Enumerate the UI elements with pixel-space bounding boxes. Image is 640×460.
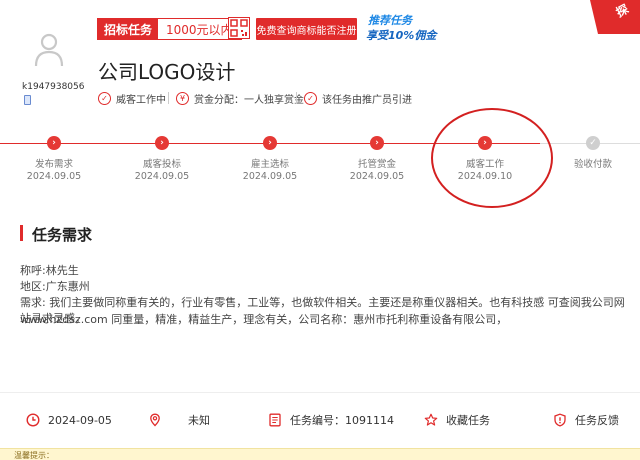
step-3-icon: › bbox=[263, 136, 277, 150]
step-4-icon: › bbox=[370, 136, 384, 150]
task-feedback-button[interactable]: 任务反馈 bbox=[553, 412, 619, 428]
favorite-task-label: 收藏任务 bbox=[446, 414, 490, 427]
username[interactable]: k1947938056 bbox=[22, 82, 84, 92]
promo-line1: 推荐任务 bbox=[368, 14, 412, 27]
location-value: 未知 bbox=[188, 414, 210, 427]
req-region: 地区:广东惠州 bbox=[20, 280, 90, 293]
page-title: 公司LOGO设计 bbox=[98, 60, 236, 84]
divider bbox=[168, 92, 169, 104]
task-number: 任务编号：1091114 bbox=[268, 412, 394, 428]
promo-banner[interactable]: 推荐任务 享受10%佣金 bbox=[364, 10, 446, 44]
req-desc-2: www.hzdsz.com 同重量，精准，精益生产，理念有关，公司名称：惠州市托… bbox=[20, 313, 508, 326]
step-2-label: 威客投标 bbox=[142, 159, 181, 170]
step-1-label: 发布需求 bbox=[34, 159, 73, 170]
check-circle-icon: ✓ bbox=[98, 91, 111, 105]
section-accent-bar bbox=[20, 225, 23, 241]
star-icon bbox=[424, 413, 438, 426]
task-number-value: 任务编号：1091114 bbox=[290, 414, 394, 427]
step-2-icon: › bbox=[155, 136, 169, 150]
meta-status-label: 威客工作中 bbox=[116, 94, 166, 106]
task-feedback-label: 任务反馈 bbox=[575, 414, 619, 427]
location-pin-icon bbox=[150, 413, 160, 427]
qr-code-icon[interactable] bbox=[228, 17, 250, 39]
publish-date: 2024-09-05 bbox=[26, 412, 112, 428]
step-6-icon: ✓ bbox=[586, 136, 600, 150]
req-contact: 称呼:林先生 bbox=[20, 264, 79, 277]
shield-icon bbox=[554, 413, 566, 427]
check-circle-icon: ✓ bbox=[304, 91, 317, 105]
step-3-label: 雇主选标 bbox=[250, 159, 289, 170]
step-6-label: 验收付款 bbox=[573, 159, 612, 170]
promo-line2: 享受10%佣金 bbox=[366, 29, 437, 42]
current-step-highlight bbox=[431, 108, 553, 208]
document-icon bbox=[269, 413, 281, 427]
divider bbox=[296, 92, 297, 104]
step-4-label: 托管赏金 bbox=[357, 159, 396, 170]
step-2-date: 2024.09.05 bbox=[134, 171, 190, 182]
yen-icon: ¥ bbox=[176, 91, 189, 105]
publish-date-value: 2024-09-05 bbox=[48, 413, 112, 427]
task-type-tag: 招标任务 1000元以内 bbox=[97, 18, 242, 40]
location: 未知 bbox=[148, 412, 210, 428]
clock-icon bbox=[26, 413, 40, 427]
notice-text: 温馨提示： bbox=[14, 451, 54, 460]
meta-status: ✓ 威客工作中 bbox=[98, 90, 166, 106]
phone-verified-icon bbox=[24, 95, 31, 105]
section-title: 任务需求 bbox=[32, 226, 93, 244]
step-3-date: 2024.09.05 bbox=[242, 171, 298, 182]
meta-referral-label: 该任务由推广员引进 bbox=[322, 94, 412, 106]
step-1-icon: › bbox=[47, 136, 61, 150]
meta-reward: ¥ 赏金分配：一人独享赏金 bbox=[176, 90, 304, 106]
step-4-date: 2024.09.05 bbox=[349, 171, 405, 182]
task-category-label: 招标任务 bbox=[98, 19, 159, 39]
notice-bar bbox=[0, 448, 640, 460]
free-trademark-check-button[interactable]: 免费查询商标能否注册 bbox=[256, 18, 357, 40]
meta-referral: ✓ 该任务由推广员引进 bbox=[304, 90, 412, 106]
step-1-date: 2024.09.05 bbox=[26, 171, 82, 182]
avatar bbox=[34, 33, 64, 67]
favorite-task-button[interactable]: 收藏任务 bbox=[424, 412, 490, 428]
divider bbox=[0, 392, 640, 393]
meta-reward-label: 赏金分配：一人独享赏金 bbox=[194, 94, 304, 106]
